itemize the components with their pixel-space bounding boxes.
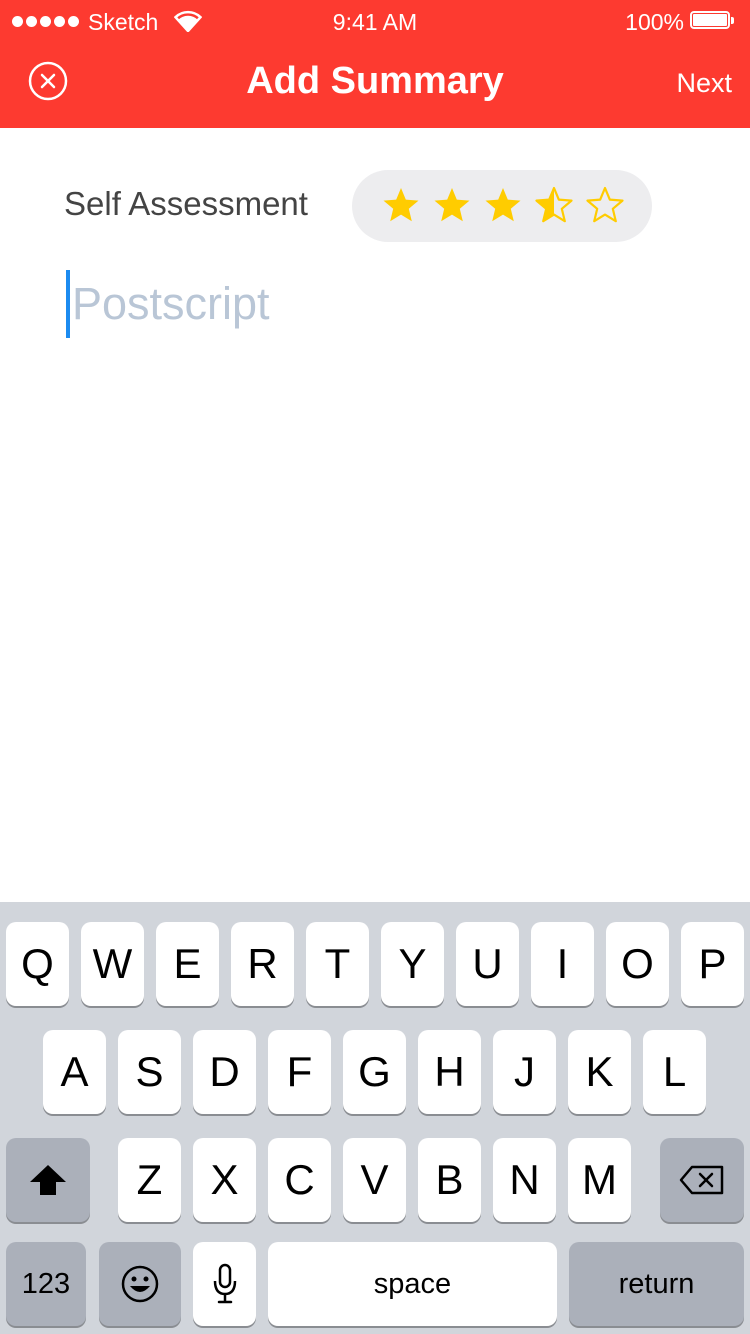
key-e[interactable]: E [156,922,219,1006]
key-c[interactable]: C [268,1138,331,1222]
microphone-icon [213,1263,236,1304]
key-j[interactable]: J [493,1030,556,1114]
key-t[interactable]: T [306,922,369,1006]
key-v[interactable]: V [343,1138,406,1222]
key-k[interactable]: K [568,1030,631,1114]
key-n[interactable]: N [493,1138,556,1222]
key-r[interactable]: R [231,922,294,1006]
key-f[interactable]: F [268,1030,331,1114]
emoji-icon [121,1265,159,1303]
key-i[interactable]: I [531,922,594,1006]
key-o[interactable]: O [606,922,669,1006]
key-z[interactable]: Z [118,1138,181,1222]
page-title: Add Summary [246,60,504,102]
return-key[interactable]: return [569,1242,744,1326]
star-full-icon[interactable] [382,186,420,224]
battery-percentage: 100% [625,9,684,35]
key-a[interactable]: A [43,1030,106,1114]
key-x[interactable]: X [193,1138,256,1222]
shift-icon [30,1165,66,1195]
numbers-key[interactable]: 123 [6,1242,86,1326]
battery-icon [690,11,736,31]
star-full-icon[interactable] [484,186,522,224]
star-rating[interactable] [352,170,652,242]
key-s[interactable]: S [118,1030,181,1114]
add-summary-screen: Sketch 9:41 AM 100% Add Summary Next Sel… [0,0,750,1334]
key-w[interactable]: W [81,922,144,1006]
key-b[interactable]: B [418,1138,481,1222]
star-half-icon[interactable] [535,186,573,224]
key-u[interactable]: U [456,922,519,1006]
key-d[interactable]: D [193,1030,256,1114]
delete-icon [679,1165,724,1195]
key-q[interactable]: Q [6,922,69,1006]
postscript-placeholder: Postscript [72,278,270,329]
key-y[interactable]: Y [381,922,444,1006]
star-full-icon[interactable] [433,186,471,224]
nav-bar: Add Summary Next [0,40,750,128]
emoji-key[interactable] [99,1242,181,1326]
key-g[interactable]: G [343,1030,406,1114]
space-key[interactable]: space [268,1242,557,1326]
star-rating-stars [382,186,624,224]
delete-key[interactable] [660,1138,744,1222]
key-h[interactable]: H [418,1030,481,1114]
next-button[interactable]: Next [676,66,732,100]
key-m[interactable]: M [568,1138,631,1222]
text-cursor [66,270,70,338]
self-assessment-label: Self Assessment [64,185,308,222]
microphone-key[interactable] [193,1242,256,1326]
key-l[interactable]: L [643,1030,706,1114]
status-bar: Sketch 9:41 AM 100% [0,0,750,40]
key-p[interactable]: P [681,922,744,1006]
keyboard: 123 space return QWERTYUIOP ASDFGHJKL ZXCV… [0,902,750,1334]
shift-key[interactable] [6,1138,90,1222]
header: Sketch 9:41 AM 100% Add Summary Next [0,0,750,128]
star-empty-icon[interactable] [586,186,624,224]
postscript-input[interactable]: Postscript [66,270,686,338]
